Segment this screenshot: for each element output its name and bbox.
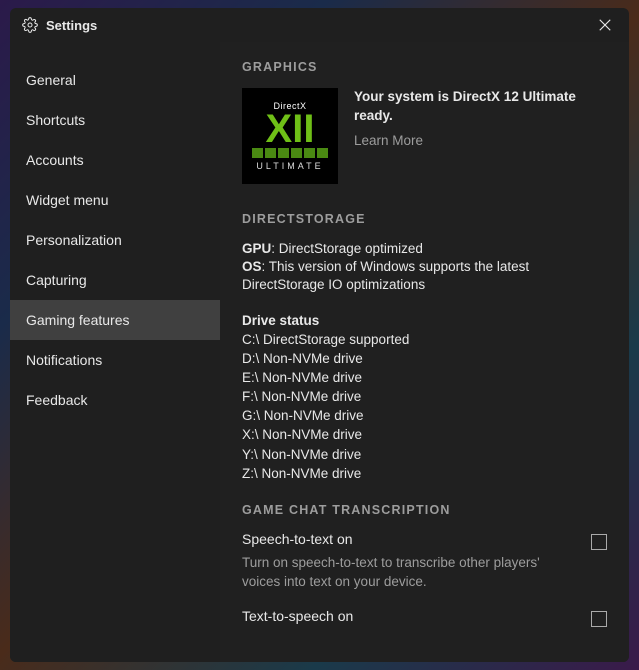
drive-row: E:\ Non-NVMe drive [242,368,607,387]
sidebar-item-shortcuts[interactable]: Shortcuts [10,100,220,140]
ds-gpu-line: GPU: DirectStorage optimized [242,240,607,258]
gear-icon [22,17,38,33]
learn-more-link[interactable]: Learn More [354,132,607,151]
sidebar: GeneralShortcutsAccountsWidget menuPerso… [10,42,220,662]
ds-os-label: OS [242,259,262,274]
ds-gpu-label: GPU [242,241,271,256]
sidebar-item-notifications[interactable]: Notifications [10,340,220,380]
tts-label: Text-to-speech on [242,608,353,624]
graphics-heading: GRAPHICS [242,60,607,74]
chat-heading: GAME CHAT TRANSCRIPTION [242,503,607,517]
window-title: Settings [46,18,97,33]
tts-checkbox[interactable] [591,611,607,627]
graphics-row: DirectX XII ULTIMATE Your system is Dire… [242,88,607,184]
ds-os-line: OS: This version of Windows supports the… [242,258,607,294]
drive-status-heading: Drive status [242,313,607,328]
sidebar-item-capturing[interactable]: Capturing [10,260,220,300]
drive-row: F:\ Non-NVMe drive [242,387,607,406]
directx-tile: DirectX XII ULTIMATE [242,88,338,184]
close-button[interactable] [591,11,619,39]
graphics-status: Your system is DirectX 12 Ultimate ready… [354,88,607,126]
drive-row: Y:\ Non-NVMe drive [242,445,607,464]
sidebar-item-personalization[interactable]: Personalization [10,220,220,260]
drive-row: G:\ Non-NVMe drive [242,406,607,425]
stt-checkbox[interactable] [591,534,607,550]
stt-description: Turn on speech-to-text to transcribe oth… [242,554,607,592]
drive-row: Z:\ Non-NVMe drive [242,464,607,483]
content-pane: GRAPHICS DirectX XII ULTIMATE Your syste… [220,42,629,662]
close-icon [598,18,612,32]
drive-row: X:\ Non-NVMe drive [242,425,607,444]
drive-row: D:\ Non-NVMe drive [242,349,607,368]
speech-to-text-row: Speech-to-text on [242,531,607,550]
dx-bars [252,148,328,158]
titlebar: Settings [10,8,629,42]
ds-os-value: : This version of Windows supports the l… [242,259,529,292]
sidebar-item-feedback[interactable]: Feedback [10,380,220,420]
text-to-speech-row: Text-to-speech on [242,608,607,627]
drive-status-list: C:\ DirectStorage supportedD:\ Non-NVMe … [242,330,607,483]
sidebar-item-gaming-features[interactable]: Gaming features [10,300,220,340]
dx-ultimate-label: ULTIMATE [256,161,323,171]
sidebar-item-widget-menu[interactable]: Widget menu [10,180,220,220]
sidebar-item-general[interactable]: General [10,60,220,100]
ds-gpu-value: : DirectStorage optimized [271,241,423,256]
sidebar-item-accounts[interactable]: Accounts [10,140,220,180]
directstorage-heading: DIRECTSTORAGE [242,212,607,226]
drive-row: C:\ DirectStorage supported [242,330,607,349]
stt-label: Speech-to-text on [242,531,353,547]
dx-xii-logo: XII [266,113,315,146]
settings-window: Settings GeneralShortcutsAccountsWidget … [10,8,629,662]
